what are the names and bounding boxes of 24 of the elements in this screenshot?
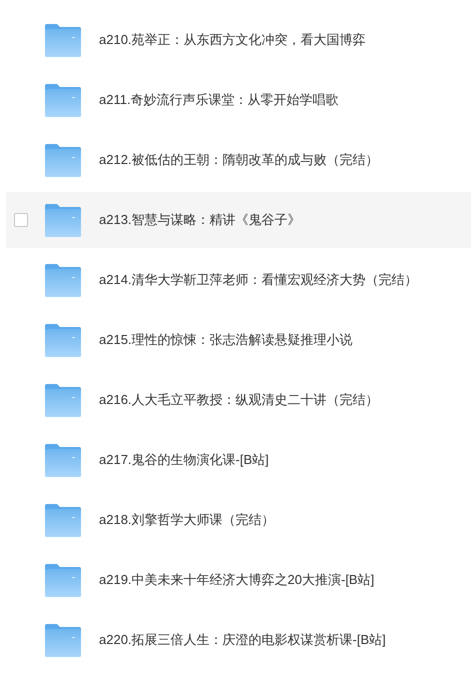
folder-name[interactable]: a212.被低估的王朝：隋朝改革的成与败（完结） [99, 150, 379, 170]
folder-icon [45, 144, 81, 176]
folder-name[interactable]: a218.刘擎哲学大师课（完结） [99, 510, 275, 530]
checkbox[interactable] [14, 213, 28, 227]
folder-name[interactable]: a220.拓展三倍人生：庆澄的电影权谋赏析课-[B站] [99, 630, 386, 650]
folder-icon [45, 324, 81, 356]
folder-name[interactable]: a211.奇妙流行声乐课堂：从零开始学唱歌 [99, 90, 339, 110]
folder-icon [45, 504, 81, 536]
folder-name[interactable]: a214.清华大学靳卫萍老师：看懂宏观经济大势（完结） [99, 270, 418, 290]
folder-name[interactable]: a210.苑举正：从东西方文化冲突，看大国博弈 [99, 30, 366, 50]
folder-name[interactable]: a213.智慧与谋略：精讲《鬼谷子》 [99, 210, 301, 230]
folder-icon [45, 84, 81, 116]
folder-icon [45, 384, 81, 416]
folder-icon [45, 624, 81, 656]
folder-name[interactable]: a215.理性的惊悚：张志浩解读悬疑推理小说 [99, 330, 353, 350]
folder-icon [45, 264, 81, 296]
folder-icon [45, 204, 81, 236]
folder-name[interactable]: a216.人大毛立平教授：纵观清史二十讲（完结） [99, 390, 379, 410]
folder-icon [45, 24, 81, 56]
folder-name[interactable]: a217.鬼谷的生物演化课-[B站] [99, 450, 269, 470]
folder-name[interactable]: a219.中美未来十年经济大博弈之20大推演-[B站] [99, 570, 374, 590]
folder-icon [45, 444, 81, 476]
folder-row[interactable]: a213.智慧与谋略：精讲《鬼谷子》 [6, 192, 471, 248]
folder-icon [45, 564, 81, 596]
